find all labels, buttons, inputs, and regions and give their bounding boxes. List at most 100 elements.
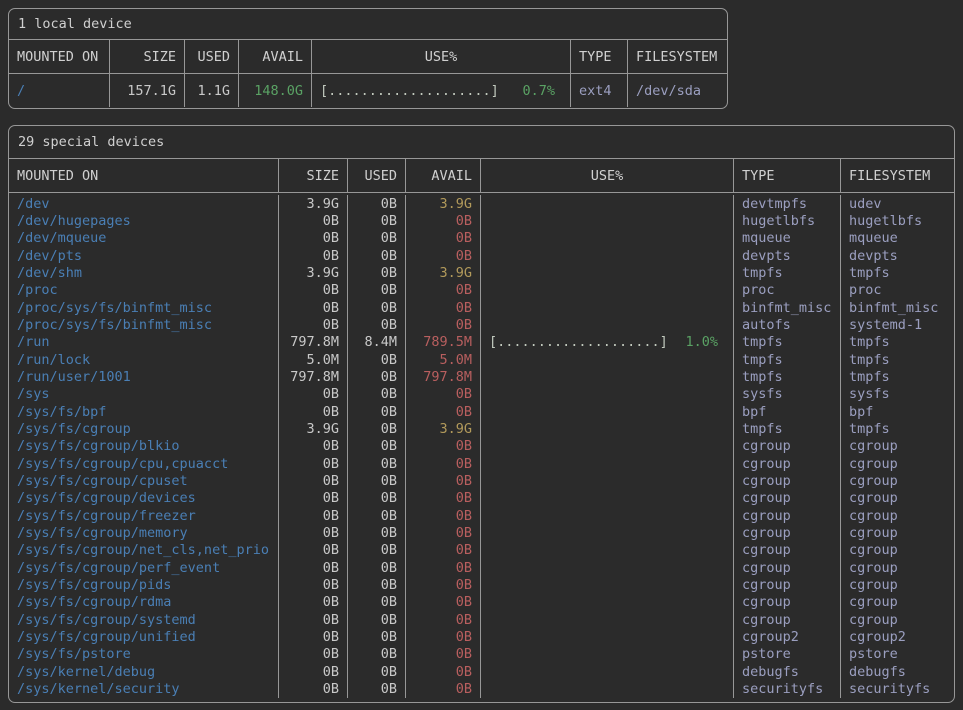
filesystem-cell: tmpfs	[841, 351, 954, 368]
device-row: /sys/fs/pstore0B0B0Bpstorepstore	[9, 646, 954, 663]
usage-cell	[481, 646, 734, 663]
type-cell: bpf	[734, 403, 841, 420]
type-cell: tmpfs	[734, 420, 841, 437]
usage-cell	[481, 316, 734, 333]
device-row: /dev/hugepages0B0B0Bhugetlbfshugetlbfs	[9, 212, 954, 229]
avail-cell: 0B	[406, 611, 481, 628]
device-row: /sys/fs/cgroup/blkio0B0B0Bcgroupcgroup	[9, 438, 954, 455]
type-cell: cgroup	[734, 472, 841, 489]
device-row: /sys/fs/cgroup/devices0B0B0Bcgroupcgroup	[9, 490, 954, 507]
avail-cell: 0B	[406, 646, 481, 663]
mount-cell: /sys/fs/cgroup/pids	[9, 576, 279, 593]
special-devices-panel: 29 special devices MOUNTED ONSIZEUSEDAVA…	[8, 125, 955, 703]
filesystem-cell: proc	[841, 282, 954, 299]
mount-cell: /proc	[9, 282, 279, 299]
device-row: /proc0B0B0Bprocproc	[9, 282, 954, 299]
device-row: /sys/kernel/debug0B0B0Bdebugfsdebugfs	[9, 663, 954, 680]
size-cell: 0B	[279, 559, 348, 576]
size-cell: 0B	[279, 680, 348, 697]
avail-cell: 789.5M	[406, 334, 481, 351]
usage-cell	[481, 420, 734, 437]
type-cell: autofs	[734, 316, 841, 333]
device-row: /sys/fs/bpf0B0B0Bbpfbpf	[9, 403, 954, 420]
used-cell: 0B	[348, 264, 406, 281]
filesystem-cell: cgroup	[841, 524, 954, 541]
filesystem-cell: pstore	[841, 646, 954, 663]
avail-cell: 0B	[406, 507, 481, 524]
used-cell: 0B	[348, 247, 406, 264]
type-cell: debugfs	[734, 663, 841, 680]
used-cell: 0B	[348, 455, 406, 472]
used-cell: 0B	[348, 507, 406, 524]
size-cell: 797.8M	[279, 334, 348, 351]
mount-cell: /sys/fs/cgroup/blkio	[9, 438, 279, 455]
panel-title: 1 local device	[9, 9, 727, 40]
avail-cell: 0B	[406, 282, 481, 299]
used-cell: 0B	[348, 576, 406, 593]
filesystem-cell: devpts	[841, 247, 954, 264]
terminal-screen: { "colors": { "bg": "#2b2b2b", "border":…	[0, 0, 963, 710]
usage-cell	[481, 264, 734, 281]
mount-cell: /run/user/1001	[9, 368, 279, 385]
type-cell: devtmpfs	[734, 195, 841, 212]
device-row: /run/lock5.0M0B5.0Mtmpfstmpfs	[9, 351, 954, 368]
mount-cell: /run/lock	[9, 351, 279, 368]
filesystem-cell: cgroup	[841, 490, 954, 507]
device-row: /run/user/1001797.8M0B797.8Mtmpfstmpfs	[9, 368, 954, 385]
type-cell: mqueue	[734, 230, 841, 247]
column-header: TYPE	[734, 159, 841, 192]
mount-cell: /sys/fs/cgroup/cpu,cpuacct	[9, 455, 279, 472]
used-cell: 8.4M	[348, 334, 406, 351]
type-cell: tmpfs	[734, 334, 841, 351]
avail-cell: 0B	[406, 542, 481, 559]
mount-cell: /dev/shm	[9, 264, 279, 281]
usage-cell	[481, 230, 734, 247]
avail-cell: 0B	[406, 438, 481, 455]
usage-cell	[481, 247, 734, 264]
size-cell: 0B	[279, 611, 348, 628]
table-rows: /dev3.9G0B3.9Gdevtmpfsudev/dev/hugepages…	[9, 193, 954, 698]
device-row: /dev/shm3.9G0B3.9Gtmpfstmpfs	[9, 264, 954, 281]
avail-cell: 0B	[406, 316, 481, 333]
device-row: /sys/fs/cgroup/systemd0B0B0Bcgroupcgroup	[9, 611, 954, 628]
used-cell: 0B	[348, 299, 406, 316]
column-header: USE%	[312, 40, 571, 73]
mount-cell: /sys/fs/cgroup/freezer	[9, 507, 279, 524]
mount-cell: /dev/hugepages	[9, 212, 279, 229]
used-cell: 0B	[348, 472, 406, 489]
device-row: /sys/fs/cgroup/pids0B0B0Bcgroupcgroup	[9, 576, 954, 593]
mount-cell: /	[9, 74, 110, 107]
avail-cell: 0B	[406, 490, 481, 507]
usage-cell	[481, 559, 734, 576]
avail-cell: 3.9G	[406, 195, 481, 212]
column-header: MOUNTED ON	[9, 40, 110, 73]
usage-cell	[481, 455, 734, 472]
type-cell: binfmt_misc	[734, 299, 841, 316]
type-cell: cgroup	[734, 455, 841, 472]
usage-cell	[481, 524, 734, 541]
usage-cell	[481, 576, 734, 593]
device-row: /sys/fs/cgroup/net_cls,net_prio0B0B0Bcgr…	[9, 542, 954, 559]
size-cell: 3.9G	[279, 264, 348, 281]
type-cell: sysfs	[734, 386, 841, 403]
used-cell: 0B	[348, 368, 406, 385]
usage-cell	[481, 368, 734, 385]
column-header: TYPE	[571, 40, 628, 73]
type-cell: cgroup2	[734, 628, 841, 645]
usage-cell	[481, 611, 734, 628]
column-header: USED	[185, 40, 239, 73]
usage-cell	[481, 195, 734, 212]
filesystem-cell: tmpfs	[841, 264, 954, 281]
avail-cell: 0B	[406, 455, 481, 472]
usage-bar: [....................]	[320, 83, 499, 99]
avail-cell: 0B	[406, 680, 481, 697]
filesystem-cell: cgroup	[841, 576, 954, 593]
mount-cell: /sys/fs/cgroup/systemd	[9, 611, 279, 628]
avail-cell: 0B	[406, 628, 481, 645]
filesystem-cell: binfmt_misc	[841, 299, 954, 316]
used-cell: 0B	[348, 611, 406, 628]
filesystem-cell: cgroup	[841, 455, 954, 472]
usage-cell	[481, 628, 734, 645]
device-row: /run797.8M8.4M789.5M[...................…	[9, 334, 954, 351]
usage-cell	[481, 594, 734, 611]
